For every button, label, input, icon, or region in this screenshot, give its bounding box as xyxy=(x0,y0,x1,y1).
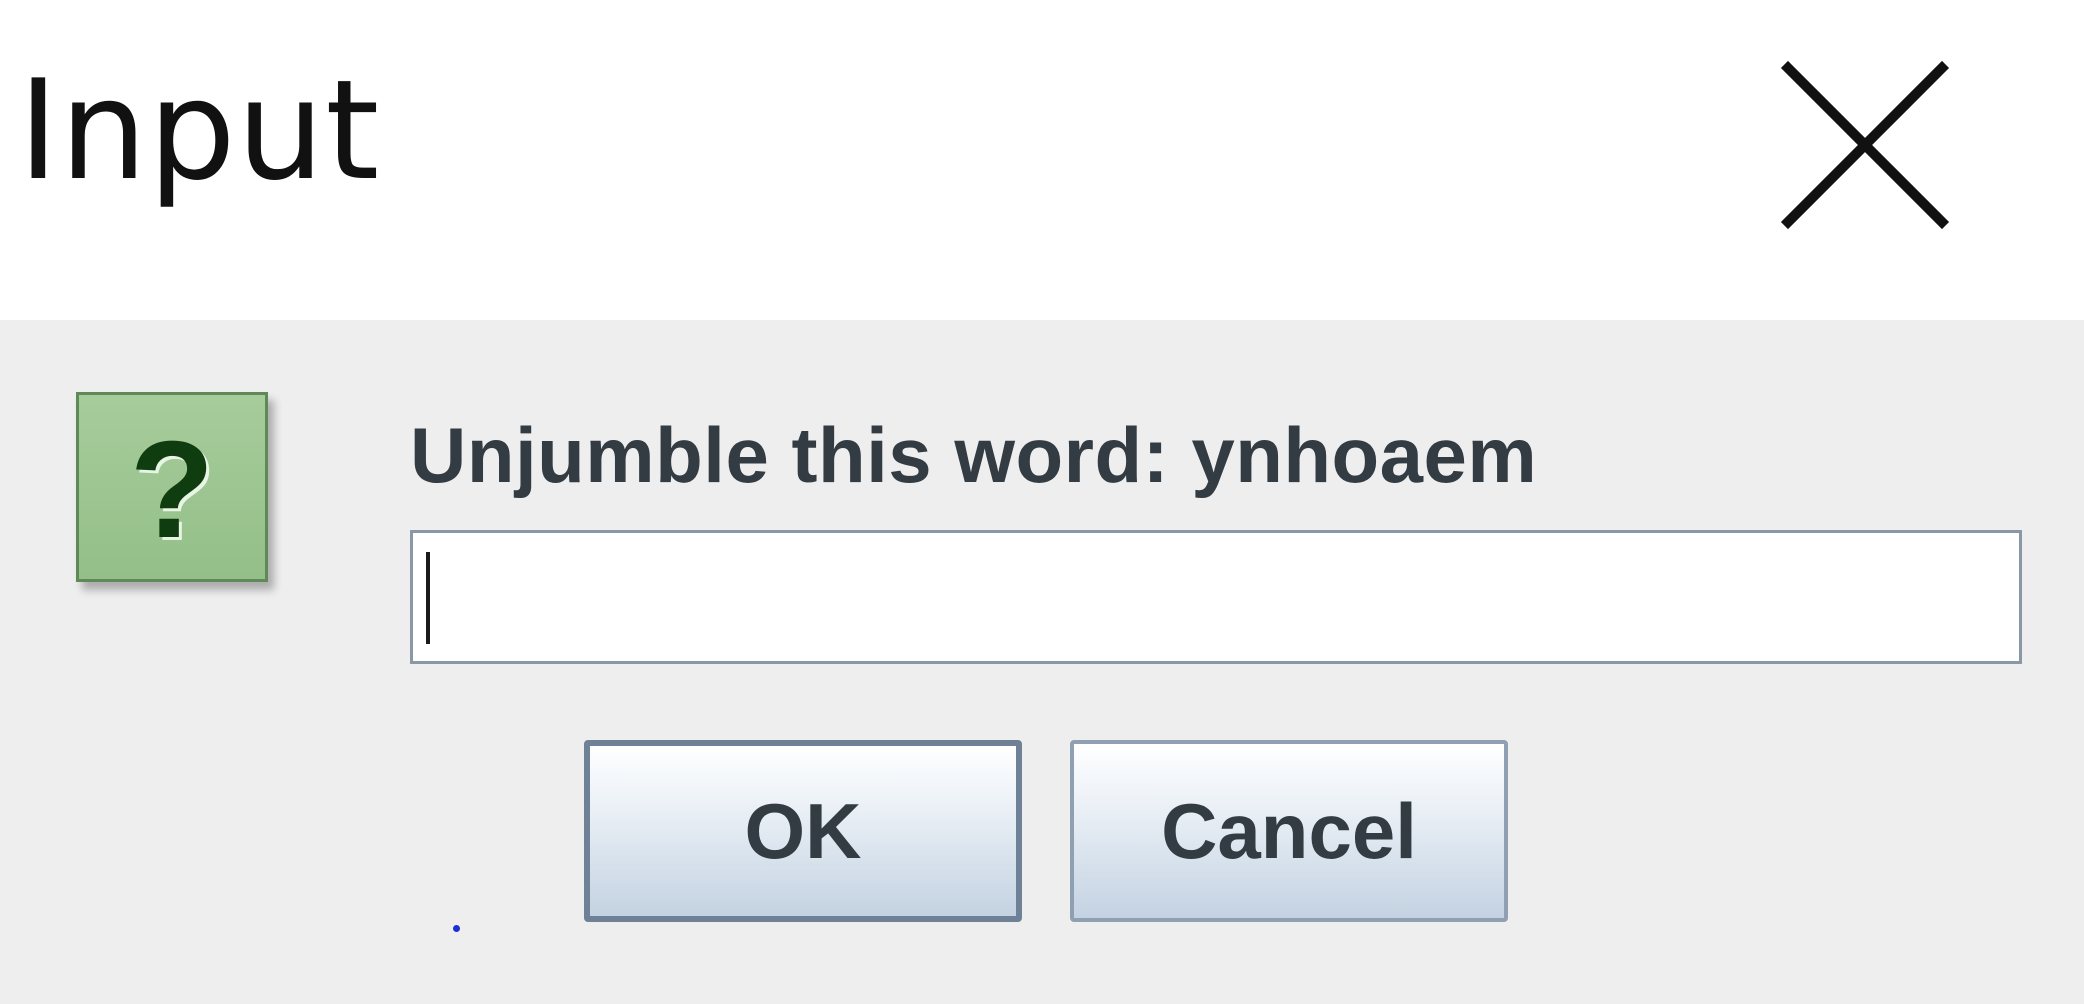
text-caret xyxy=(426,552,430,644)
answer-input[interactable] xyxy=(410,530,2022,664)
cancel-button[interactable]: Cancel xyxy=(1070,740,1508,922)
close-button[interactable] xyxy=(1780,60,1950,230)
prompt-label: Unjumble this word: ynhoaem xyxy=(410,411,1538,499)
close-icon xyxy=(1780,60,1950,230)
dialog-content: ? Unjumble this word: ynhoaem OK Cancel xyxy=(0,320,2084,1004)
window-title: Input xyxy=(18,50,381,211)
question-icon: ? xyxy=(76,392,268,582)
title-bar[interactable]: Input xyxy=(0,0,2084,320)
ok-button[interactable]: OK xyxy=(584,740,1022,922)
focus-dot xyxy=(453,925,460,932)
question-mark-glyph: ? xyxy=(129,413,215,567)
input-dialog: Input ? Unjumble this word: ynhoaem OK C… xyxy=(0,0,2084,1004)
